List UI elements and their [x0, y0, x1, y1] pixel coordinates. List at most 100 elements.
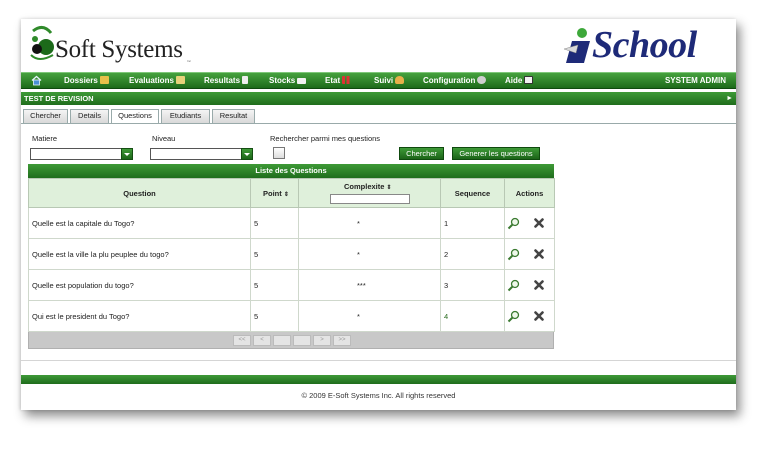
folder-icon	[99, 76, 109, 84]
sequence-value: 3	[444, 280, 449, 290]
question-cell: Quelle est population du togo?	[28, 269, 251, 301]
complexite-cell: ***	[298, 269, 441, 301]
ischool-i-icon	[563, 28, 590, 63]
complexite-value: *	[357, 249, 360, 259]
delete-x-icon[interactable]	[534, 218, 544, 228]
nav-item-evaluations[interactable]: Evaluations	[129, 75, 185, 86]
actions-cell	[504, 300, 555, 332]
table-row: Qui est le president du Togo? 5 * 4	[28, 300, 555, 332]
column-header-point[interactable]: Point ⇕	[250, 178, 299, 208]
pager-prev-button[interactable]: <	[253, 335, 271, 346]
column-header-question[interactable]: Question	[28, 178, 251, 208]
nav-label: Resultats	[204, 76, 241, 85]
table-row: Quelle est la capitale du Togo? 5 * 1	[28, 207, 555, 239]
search-mine-checkbox[interactable]	[273, 147, 285, 159]
pager-page-button[interactable]	[273, 335, 291, 346]
chevron-down-icon[interactable]	[241, 148, 253, 160]
help-icon	[524, 76, 534, 84]
nav-label: Dossiers	[64, 76, 98, 85]
footer-bar	[21, 375, 736, 384]
complexite-filter-input[interactable]	[329, 194, 410, 204]
app-window: Soft Systems Inc School Dossiers Evaluat…	[21, 19, 736, 410]
point-cell: 5	[250, 238, 299, 270]
pager-page-button[interactable]	[293, 335, 311, 346]
sort-icon[interactable]: ⇕	[387, 185, 392, 191]
tab-details[interactable]: Details	[70, 109, 109, 123]
nav-item-stocks[interactable]: Stocks	[269, 75, 307, 86]
view-magnifier-icon[interactable]	[507, 217, 520, 230]
esoft-brand-text: Soft Systems	[55, 36, 183, 63]
header-label: Question	[123, 188, 156, 198]
column-header-sequence: Sequence	[440, 178, 505, 208]
generate-questions-button[interactable]: Generer les questions	[452, 147, 540, 160]
actions-wrap	[505, 239, 554, 269]
pager-first-button[interactable]: <<	[233, 335, 251, 346]
view-magnifier-icon[interactable]	[507, 310, 520, 323]
nav-label: Etat	[325, 76, 341, 85]
complexite-value: *	[357, 311, 360, 321]
view-magnifier-icon[interactable]	[507, 248, 520, 261]
sort-icon[interactable]: ⇕	[284, 192, 289, 198]
complexite-value: *	[357, 218, 360, 228]
delete-x-icon[interactable]	[534, 249, 544, 259]
actions-cell	[504, 269, 555, 301]
grid-title: Liste des Questions	[28, 164, 554, 178]
document-icon	[242, 76, 249, 84]
question-cell: Qui est le president du Togo?	[28, 300, 251, 332]
nav-item-resultats[interactable]: Resultats	[204, 75, 249, 86]
chevron-down-icon[interactable]	[121, 148, 133, 160]
pager-next-button[interactable]: >	[313, 335, 331, 346]
complexite-cell: *	[298, 238, 441, 270]
question-cell: Quelle est la capitale du Togo?	[28, 207, 251, 239]
questions-table: Question Point ⇕ Complexite ⇕ Sequence A…	[28, 178, 555, 332]
home-icon[interactable]	[31, 75, 42, 86]
pager-last-button[interactable]: >>	[333, 335, 351, 346]
tab-questions[interactable]: Questions	[111, 109, 159, 124]
delete-x-icon[interactable]	[534, 311, 544, 321]
column-header-complexite[interactable]: Complexite ⇕	[298, 178, 441, 208]
search-button[interactable]: Chercher	[399, 147, 444, 160]
sequence-cell: 1	[440, 207, 505, 239]
actions-wrap	[505, 301, 554, 331]
section-expand-icon[interactable]: ►	[726, 93, 733, 104]
nav-item-aide[interactable]: Aide	[505, 75, 534, 86]
nav-label: Configuration	[423, 76, 476, 85]
complexite-cell: *	[298, 207, 441, 239]
section-title: TEST DE REVISION	[24, 94, 94, 103]
header-label: Actions	[515, 188, 544, 198]
nav-item-dossiers[interactable]: Dossiers	[64, 75, 109, 86]
current-user[interactable]: SYSTEM ADMIN	[665, 75, 726, 86]
nav-item-suivi[interactable]: Suivi	[374, 75, 405, 86]
sequence-cell: 3	[440, 269, 505, 301]
tab-divider	[21, 123, 736, 124]
delete-x-icon[interactable]	[534, 280, 544, 290]
view-magnifier-icon[interactable]	[507, 279, 520, 292]
niveau-label: Niveau	[152, 134, 176, 143]
ischool-logo: School	[562, 21, 732, 66]
content-divider	[21, 360, 736, 361]
complexite-value: ***	[357, 280, 366, 290]
nav-item-configuration[interactable]: Configuration	[423, 75, 487, 86]
actions-cell	[504, 207, 555, 239]
column-header-actions: Actions	[504, 178, 555, 208]
point-cell: 5	[250, 300, 299, 332]
ischool-brand-text: School	[592, 24, 697, 66]
niveau-select[interactable]	[150, 148, 253, 160]
nav-label: Aide	[505, 76, 523, 85]
matiere-select[interactable]	[30, 148, 133, 160]
esoft-logo: Soft Systems Inc	[27, 25, 207, 65]
user-icon	[395, 76, 405, 84]
point-cell: 5	[250, 269, 299, 301]
header-label: Complexite	[344, 182, 385, 191]
questions-grid: Liste des Questions Question Point ⇕ Com…	[28, 164, 555, 349]
nav-label: Suivi	[374, 76, 394, 85]
sequence-value: 2	[444, 249, 449, 259]
matiere-label: Matiere	[32, 134, 58, 143]
nav-item-etat[interactable]: Etat	[325, 75, 352, 86]
tab-resultat[interactable]: Resultat	[212, 109, 255, 123]
main-nav: Dossiers Evaluations Resultats Stocks Et…	[21, 72, 736, 89]
tab-etudiants[interactable]: Etudiants	[161, 109, 210, 123]
point-cell: 5	[250, 207, 299, 239]
sequence-value: 1	[444, 218, 449, 228]
tab-chercher[interactable]: Chercher	[23, 109, 68, 123]
